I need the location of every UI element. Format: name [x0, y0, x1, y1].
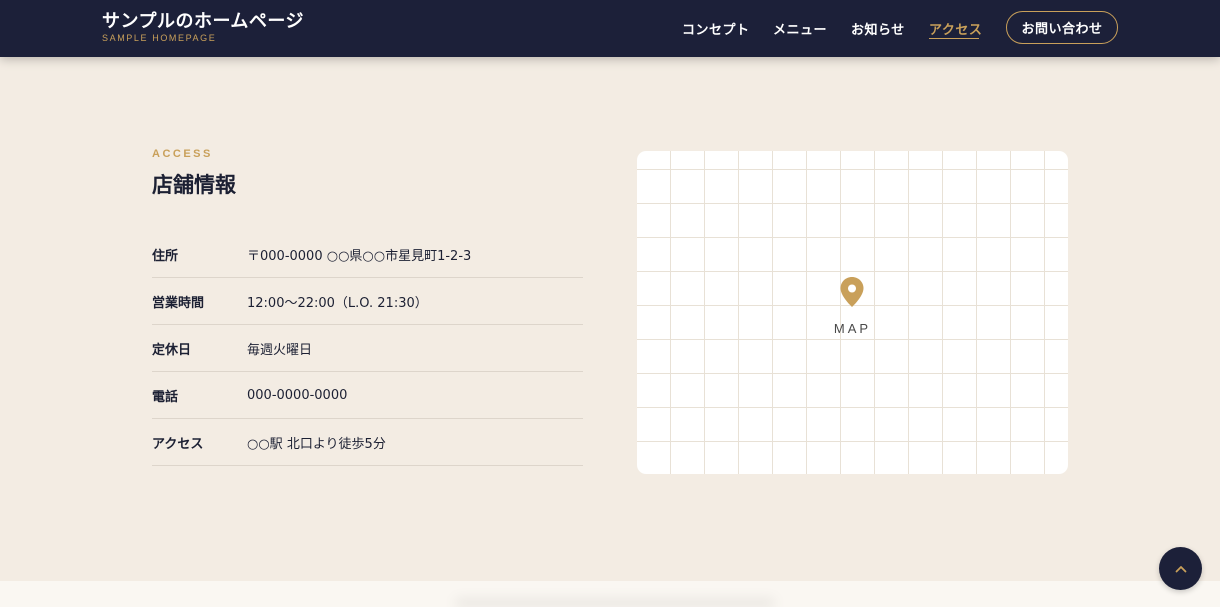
nav-item-concept[interactable]: コンセプト: [682, 19, 750, 38]
info-value: 毎週火曜日: [247, 342, 313, 358]
info-row-access: アクセス ○○駅 北口より徒歩5分: [152, 419, 583, 466]
info-label: 定休日: [152, 342, 192, 358]
chevron-up-icon: [1175, 565, 1186, 572]
map-label: MAP: [833, 321, 872, 336]
back-to-top-button[interactable]: [1159, 547, 1202, 590]
section-eyebrow: ACCESS: [152, 148, 213, 160]
info-label: 営業時間: [152, 295, 205, 311]
info-row-address: 住所 〒000-0000 ○○県○○市星見町1-2-3: [152, 231, 583, 278]
info-value: ○○駅 北口より徒歩5分: [247, 436, 386, 452]
brand-subtitle: SAMPLE HOMEPAGE: [102, 33, 217, 43]
section-title: 店舗情報: [152, 172, 236, 197]
info-row-closed: 定休日 毎週火曜日: [152, 325, 583, 372]
store-info-table: 住所 〒000-0000 ○○県○○市星見町1-2-3 営業時間 12:00〜2…: [152, 231, 583, 466]
info-label: 電話: [152, 389, 179, 405]
card-shadow: [455, 599, 775, 607]
brand-title: サンプルのホームページ: [102, 11, 305, 32]
info-row-hours: 営業時間 12:00〜22:00（L.O. 21:30）: [152, 278, 583, 325]
nav-active-indicator: [929, 38, 979, 39]
map-placeholder[interactable]: MAP: [637, 151, 1068, 474]
info-label: 住所: [152, 248, 179, 264]
info-value: 12:00〜22:00（L.O. 21:30）: [247, 295, 428, 311]
nav-item-access[interactable]: アクセス: [929, 19, 982, 38]
info-value: 〒000-0000 ○○県○○市星見町1-2-3: [247, 248, 472, 264]
nav-item-menu[interactable]: メニュー: [773, 19, 827, 38]
map-pin-icon: [840, 277, 864, 307]
brand-logo[interactable]: サンプルのホームページ SAMPLE HOMEPAGE: [102, 11, 304, 44]
info-row-phone: 電話 000-0000-0000: [152, 372, 583, 419]
site-header: サンプルのホームページ SAMPLE HOMEPAGE コンセプト メニュー お…: [0, 0, 1220, 57]
info-value: 000-0000-0000: [247, 387, 348, 403]
nav-item-news[interactable]: お知らせ: [851, 19, 905, 38]
contact-button[interactable]: お問い合わせ: [1006, 11, 1118, 44]
info-label: アクセス: [152, 436, 204, 452]
